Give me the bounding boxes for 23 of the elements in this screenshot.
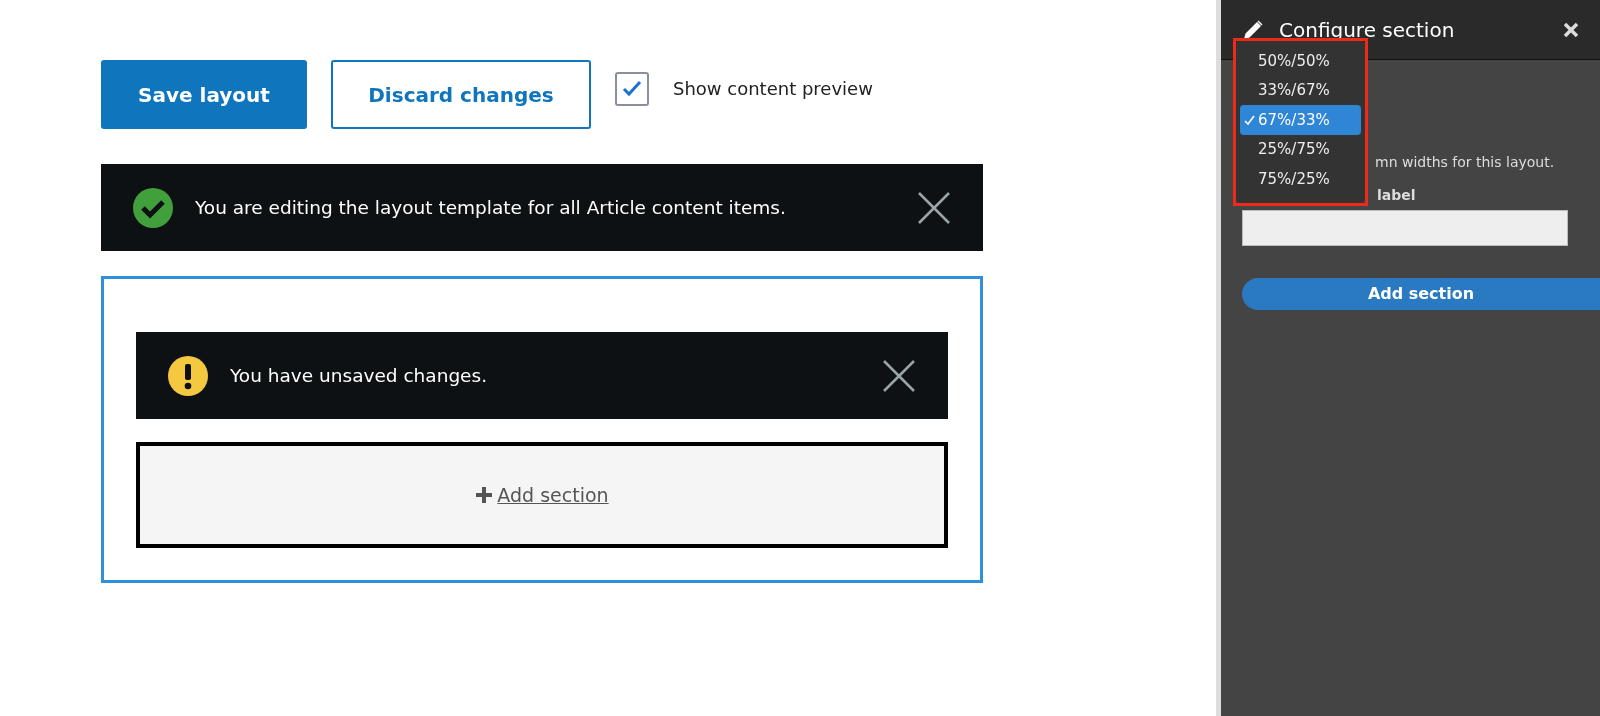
check-icon xyxy=(1244,114,1255,126)
dropdown-option[interactable]: 67%/33% xyxy=(1240,105,1361,135)
message-text: You have unsaved changes. xyxy=(230,363,489,388)
exclamation-circle-icon xyxy=(168,355,208,396)
check-circle-icon xyxy=(133,187,173,228)
add-section-button[interactable]: Add section xyxy=(1242,278,1600,310)
dropdown-option[interactable]: 25%/75% xyxy=(1240,134,1361,164)
panel-title: Configure section xyxy=(1279,16,1456,44)
checkbox[interactable] xyxy=(615,72,649,106)
plus-icon xyxy=(475,486,494,504)
label-input[interactable] xyxy=(1242,210,1568,246)
dropdown-option[interactable]: 33%/67% xyxy=(1240,75,1361,105)
dropdown-option[interactable]: 50%/50% xyxy=(1240,46,1361,76)
close-icon[interactable] xyxy=(917,190,951,225)
add-section-link[interactable]: Add section xyxy=(475,480,609,510)
save-layout-button[interactable]: Save layout xyxy=(101,60,307,129)
close-icon[interactable] xyxy=(882,358,916,393)
dropdown-option[interactable]: 75%/25% xyxy=(1240,164,1361,194)
description-text: mn widths for this layout. xyxy=(1375,153,1556,172)
field-label: label xyxy=(1377,186,1417,205)
discard-changes-button[interactable]: Discard changes xyxy=(331,60,591,129)
checkbox-label: Show content preview xyxy=(673,77,873,101)
message-text: You are editing the layout template for all Article content items. xyxy=(195,195,787,220)
